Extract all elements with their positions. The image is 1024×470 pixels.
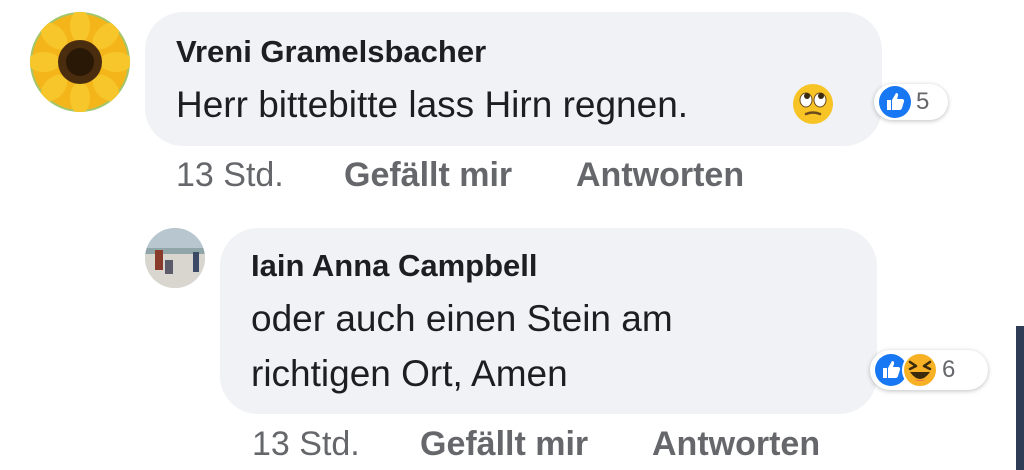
comment-author[interactable]: Vreni Gramelsbacher <box>176 34 486 70</box>
reply-like-button[interactable]: Gefällt mir <box>420 425 588 464</box>
comment-timestamp[interactable]: 13 Std. <box>176 156 284 195</box>
screen-edge-divider <box>1016 326 1024 470</box>
avatar-iain[interactable] <box>145 228 205 288</box>
reaction-count: 5 <box>916 88 930 115</box>
reply-reaction-summary[interactable]: 6 <box>870 350 988 390</box>
reply-timestamp[interactable]: 13 Std. <box>252 425 360 464</box>
like-reaction-icon <box>879 86 911 118</box>
reply-reply-button[interactable]: Antworten <box>652 425 820 464</box>
rolling-eyes-emoji-icon <box>792 83 834 125</box>
like-button[interactable]: Gefällt mir <box>344 156 512 195</box>
reply-author[interactable]: Iain Anna Campbell <box>251 248 538 284</box>
comment-text: Herr bittebitte lass Hirn regnen. <box>176 84 689 125</box>
reply-text-line-1: oder auch einen Stein am <box>251 298 673 339</box>
reaction-summary[interactable]: 5 <box>874 84 948 120</box>
haha-reaction-icon <box>902 352 938 388</box>
reply-reaction-count: 6 <box>942 356 956 383</box>
reply-text-line-2: richtigen Ort, Amen <box>251 353 568 394</box>
avatar-vreni[interactable] <box>30 12 130 112</box>
reply-button[interactable]: Antworten <box>576 156 744 195</box>
